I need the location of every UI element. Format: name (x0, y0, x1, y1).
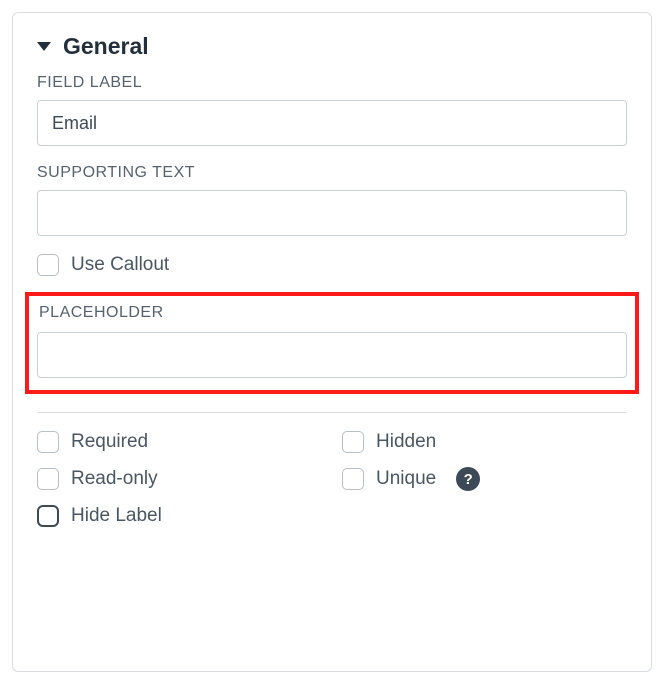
checkbox-required[interactable] (37, 431, 59, 453)
help-icon[interactable]: ? (456, 467, 480, 491)
row-readonly: Read-only (37, 467, 322, 491)
input-placeholder[interactable] (37, 332, 627, 378)
row-hide-label: Hide Label (37, 505, 627, 527)
label-hidden: Hidden (376, 431, 436, 453)
divider (37, 412, 627, 413)
input-supporting-text[interactable] (37, 190, 627, 236)
row-hidden: Hidden (342, 431, 627, 453)
row-unique: Unique ? (342, 467, 627, 491)
general-panel: General FIELD LABEL SUPPORTING TEXT Use … (12, 12, 652, 672)
checkbox-hidden[interactable] (342, 431, 364, 453)
input-field-label[interactable] (37, 100, 627, 146)
section-title: General (63, 33, 149, 60)
options-grid: Required Hidden Read-only Unique ? Hide … (37, 431, 627, 527)
label-unique: Unique (376, 468, 436, 490)
caret-down-icon (37, 42, 51, 51)
row-required: Required (37, 431, 322, 453)
label-placeholder: PLACEHOLDER (39, 304, 627, 322)
row-use-callout: Use Callout (37, 254, 627, 276)
highlight-placeholder: PLACEHOLDER (25, 292, 639, 394)
label-use-callout: Use Callout (71, 254, 169, 276)
checkbox-unique[interactable] (342, 468, 364, 490)
checkbox-hide-label[interactable] (37, 505, 59, 527)
label-field-label: FIELD LABEL (37, 74, 627, 92)
field-group-supporting-text: SUPPORTING TEXT (37, 164, 627, 236)
label-readonly: Read-only (71, 468, 158, 490)
field-group-field-label: FIELD LABEL (37, 74, 627, 146)
section-header-general[interactable]: General (37, 33, 627, 60)
checkbox-readonly[interactable] (37, 468, 59, 490)
label-supporting-text: SUPPORTING TEXT (37, 164, 627, 182)
label-required: Required (71, 431, 148, 453)
label-hide-label: Hide Label (71, 505, 162, 527)
checkbox-use-callout[interactable] (37, 254, 59, 276)
